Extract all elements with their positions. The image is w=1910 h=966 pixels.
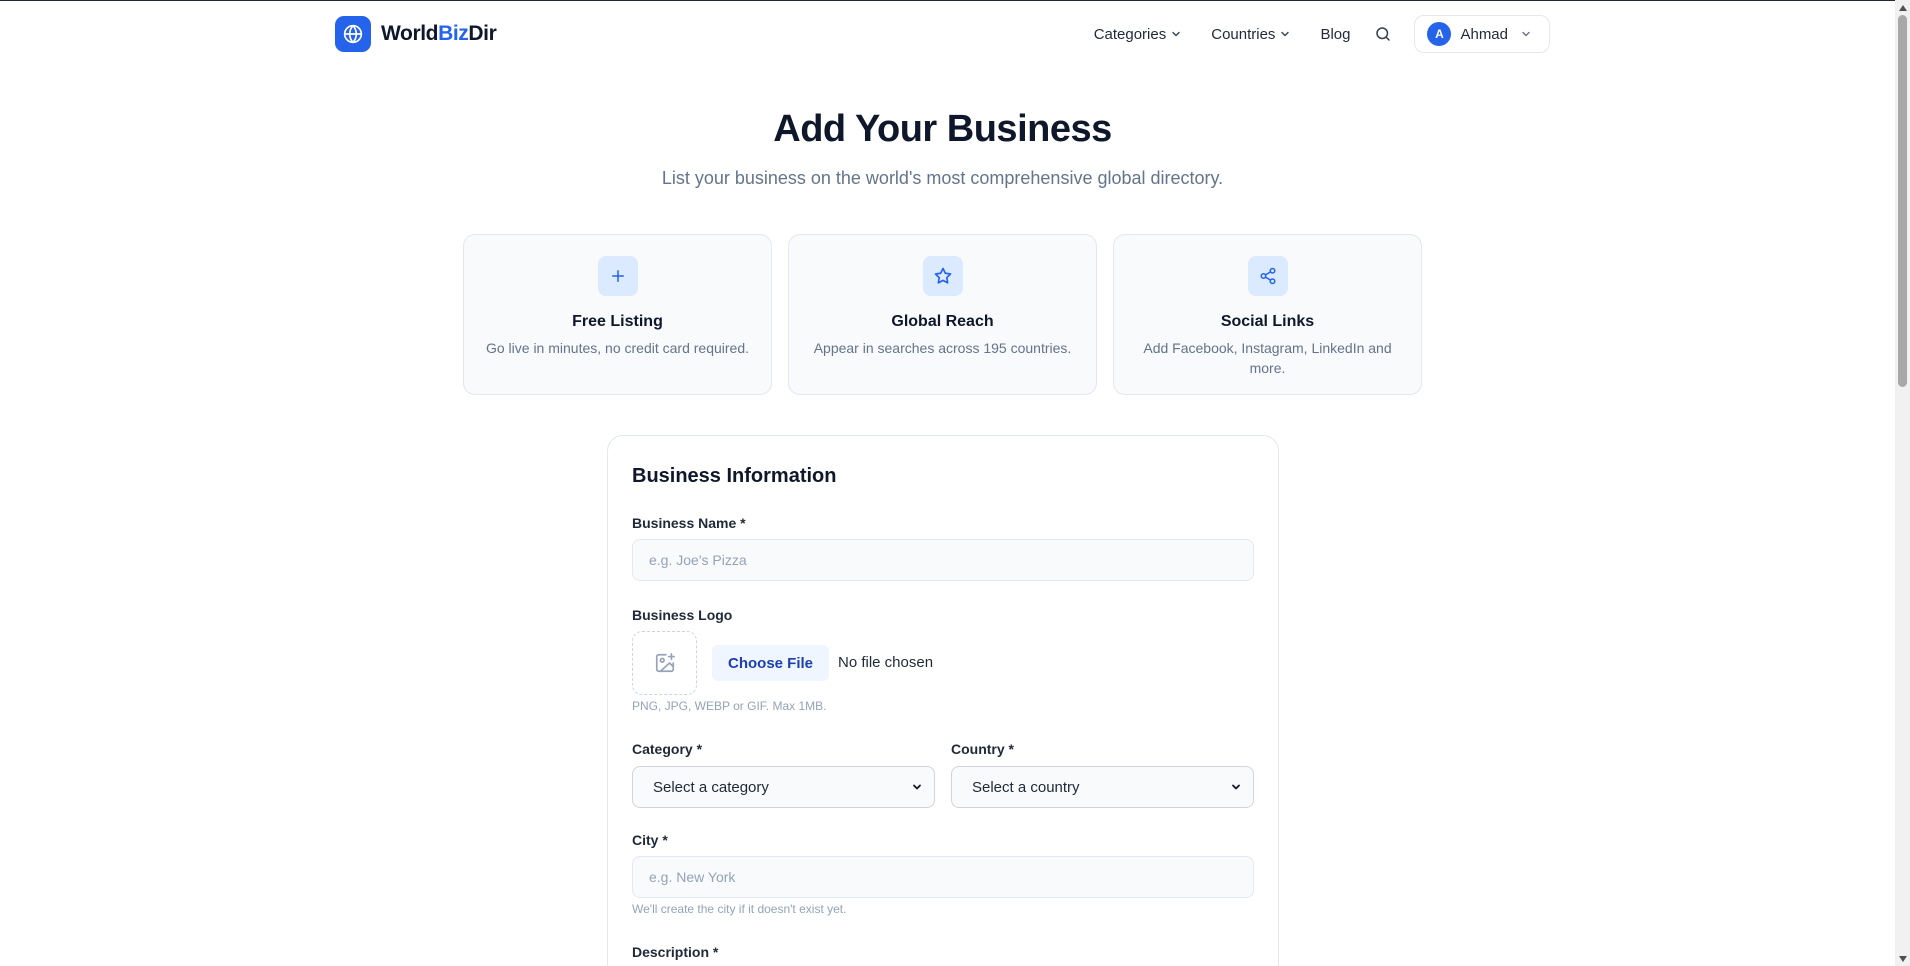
nav-countries[interactable]: Countries <box>1211 26 1290 43</box>
business-name-label: Business Name * <box>632 515 746 531</box>
globe-icon <box>335 16 371 52</box>
share-icon <box>1247 256 1288 296</box>
chevron-down-icon <box>1172 31 1180 37</box>
nav-countries-label: Countries <box>1211 25 1276 43</box>
business-logo-label: Business Logo <box>632 607 733 623</box>
country-label: Country * <box>951 741 1014 757</box>
feature-description: Add Facebook, Instagram, LinkedIn and mo… <box>1143 340 1392 376</box>
page-subtitle: List your business on the world's most c… <box>661 168 1224 188</box>
business-name-input[interactable] <box>632 539 1254 581</box>
search-button[interactable] <box>1374 25 1392 43</box>
chevron-down-icon <box>1281 31 1290 37</box>
nav-blog[interactable]: Blog <box>1320 26 1350 43</box>
image-plus-icon <box>655 653 675 673</box>
business-info-form: Business Information Business Name * Bus… <box>607 435 1279 966</box>
user-name: Ahmad <box>1460 25 1508 43</box>
brand-name: WorldBizDir <box>381 22 497 46</box>
avatar: A <box>1427 22 1452 46</box>
brand-logo-link[interactable]: WorldBizDir <box>335 16 497 52</box>
nav-categories-label: Categories <box>1093 25 1167 43</box>
star-icon <box>922 256 963 296</box>
feature-title: Global Reach <box>891 313 994 330</box>
chevron-down-icon <box>1232 784 1240 790</box>
main-nav: Categories Countries Blog A Ahmad <box>1094 15 1550 53</box>
page-scrollbar[interactable] <box>1895 0 1910 966</box>
nav-blog-label: Blog <box>1320 25 1351 43</box>
chevron-down-icon <box>1522 31 1530 37</box>
feature-card-global-reach: Global Reach Appear in searches across 1… <box>788 234 1097 395</box>
country-selected-value: Select a country <box>972 778 1080 796</box>
user-menu-button[interactable]: A Ahmad <box>1414 15 1550 53</box>
brand-name-part1: World <box>381 22 439 45</box>
scroll-up-arrow-icon[interactable] <box>1898 3 1907 12</box>
description-label: Description * <box>632 944 719 960</box>
brand-name-part2: Biz <box>438 22 469 45</box>
feature-title: Free Listing <box>572 313 663 330</box>
site-header: WorldBizDir Categories Countries Blog A … <box>0 1 1895 65</box>
country-select[interactable]: Select a country <box>951 766 1254 808</box>
feature-cards: Free Listing Go live in minutes, no cred… <box>463 234 1422 395</box>
feature-description: Go live in minutes, no credit card requi… <box>485 340 749 356</box>
city-input[interactable] <box>632 856 1254 898</box>
scrollbar-thumb[interactable] <box>1898 15 1907 387</box>
choose-file-button[interactable]: Choose File <box>712 645 830 681</box>
no-file-text: No file chosen <box>838 654 934 671</box>
form-title: Business Information <box>632 465 837 487</box>
feature-card-free-listing: Free Listing Go live in minutes, no cred… <box>463 234 772 395</box>
search-icon <box>1376 27 1391 41</box>
feature-description: Appear in searches across 195 countries. <box>813 340 1072 356</box>
category-select[interactable]: Select a category <box>632 766 935 808</box>
brand-name-part3: Dir <box>468 22 497 45</box>
logo-hint: PNG, JPG, WEBP or GIF. Max 1MB. <box>632 699 827 713</box>
logo-preview[interactable] <box>632 631 697 695</box>
nav-categories[interactable]: Categories <box>1094 26 1182 43</box>
city-hint: We'll create the city if it doesn't exis… <box>632 902 847 916</box>
plus-icon <box>597 256 638 296</box>
feature-card-social-links: Social Links Add Facebook, Instagram, Li… <box>1113 234 1422 395</box>
feature-title: Social Links <box>1220 313 1315 330</box>
city-label: City * <box>632 832 668 848</box>
category-label: Category * <box>632 741 703 757</box>
chevron-down-icon <box>913 784 921 790</box>
scroll-down-arrow-icon[interactable] <box>1898 954 1907 963</box>
page-title: Add Your Business <box>773 108 1112 150</box>
category-selected-value: Select a category <box>653 778 769 796</box>
